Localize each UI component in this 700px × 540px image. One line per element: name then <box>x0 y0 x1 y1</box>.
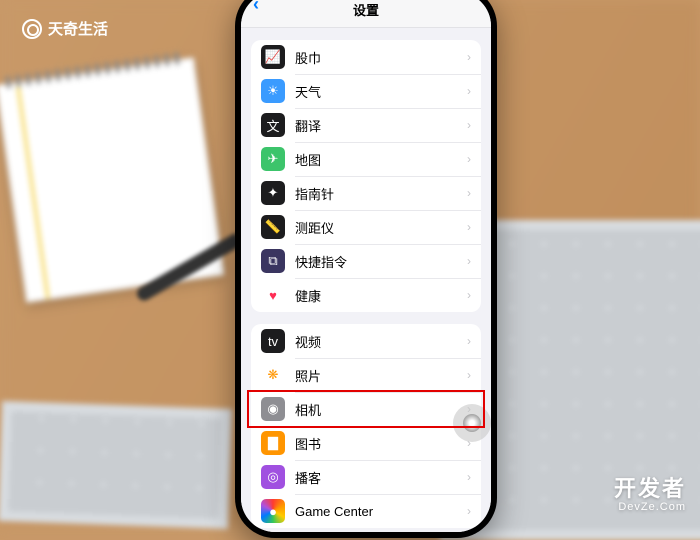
settings-row-maps-icon: ✈ <box>261 147 285 171</box>
settings-row-tv-icon: tv <box>261 329 285 353</box>
chevron-right-icon: › <box>467 470 471 484</box>
settings-group: 📈股巾›☀天气›文翻译›✈地图›✦指南针›📏测距仪›⧉快捷指令›♥健康› <box>251 40 481 312</box>
settings-row-tv[interactable]: tv 视频› <box>251 324 481 358</box>
keyboard-prop-left <box>0 401 232 529</box>
iphone-frame: ‹ 设置 📈股巾›☀天气›文翻译›✈地图›✦指南针›📏测距仪›⧉快捷指令›♥健康… <box>235 0 497 538</box>
row-label: 图书 <box>295 434 467 453</box>
row-label: 视频 <box>295 332 467 351</box>
settings-nav-bar: ‹ 设置 <box>241 0 491 28</box>
row-label: 快捷指令 <box>295 252 467 271</box>
settings-row-compass[interactable]: ✦ 指南针› <box>251 176 481 210</box>
settings-row-measure[interactable]: 📏 测距仪› <box>251 210 481 244</box>
watermark-bottom-right: 开发者 DevZe.Com <box>614 477 686 513</box>
assistive-touch-button[interactable] <box>453 404 491 442</box>
chevron-right-icon: › <box>467 254 471 268</box>
settings-row-podcasts[interactable]: ◎ 播客› <box>251 460 481 494</box>
settings-row-stocks[interactable]: 📈 股巾› <box>251 40 481 74</box>
settings-row-health[interactable]: ♥ 健康› <box>251 278 481 312</box>
back-chevron-icon[interactable]: ‹ <box>253 0 259 15</box>
chevron-right-icon: › <box>467 288 471 302</box>
chevron-right-icon: › <box>467 220 471 234</box>
chevron-right-icon: › <box>467 334 471 348</box>
row-label: 测距仪 <box>295 218 467 237</box>
row-label: 播客 <box>295 468 467 487</box>
chevron-right-icon: › <box>467 504 471 518</box>
chevron-right-icon: › <box>467 368 471 382</box>
settings-row-camera[interactable]: ◉相机› <box>251 392 481 426</box>
row-label: 股巾 <box>295 48 467 67</box>
settings-row-compass-icon: ✦ <box>261 181 285 205</box>
row-label: 照片 <box>295 366 467 385</box>
settings-row-shortcuts-icon: ⧉ <box>261 249 285 273</box>
settings-row-translate[interactable]: 文翻译› <box>251 108 481 142</box>
settings-group: tv视频›❋照片›◉相机›▇图书›◎播客›●Game Center› <box>251 324 481 528</box>
row-label: 地图 <box>295 150 467 169</box>
tianqi-logo-icon <box>22 19 42 39</box>
row-label: Game Center <box>295 504 467 519</box>
row-label: 天气 <box>295 82 467 101</box>
iphone-screen: ‹ 设置 📈股巾›☀天气›文翻译›✈地图›✦指南针›📏测距仪›⧉快捷指令›♥健康… <box>241 0 491 532</box>
settings-row-gamecenter-icon: ● <box>261 499 285 523</box>
settings-list[interactable]: 📈股巾›☀天气›文翻译›✈地图›✦指南针›📏测距仪›⧉快捷指令›♥健康›tv视频… <box>241 28 491 532</box>
nav-title: 设置 <box>353 0 379 19</box>
settings-row-maps[interactable]: ✈ 地图› <box>251 142 481 176</box>
settings-row-books[interactable]: ▇图书› <box>251 426 481 460</box>
watermark-top-text: 天奇生活 <box>48 18 108 39</box>
settings-row-shortcuts[interactable]: ⧉ 快捷指令› <box>251 244 481 278</box>
watermark-bottom-main: 开发者 <box>614 477 686 501</box>
row-label: 健康 <box>295 286 467 305</box>
settings-row-stocks-icon: 📈 <box>261 45 285 69</box>
settings-row-camera-icon: ◉ <box>261 397 285 421</box>
settings-row-podcasts-icon: ◎ <box>261 465 285 489</box>
chevron-right-icon: › <box>467 118 471 132</box>
settings-row-books-icon: ▇ <box>261 431 285 455</box>
settings-row-weather-icon: ☀ <box>261 79 285 103</box>
settings-row-photos-icon: ❋ <box>261 363 285 387</box>
row-label: 翻译 <box>295 116 467 135</box>
chevron-right-icon: › <box>467 50 471 64</box>
settings-row-weather[interactable]: ☀ 天气› <box>251 74 481 108</box>
settings-row-photos[interactable]: ❋ 照片› <box>251 358 481 392</box>
chevron-right-icon: › <box>467 152 471 166</box>
settings-row-measure-icon: 📏 <box>261 215 285 239</box>
row-label: 指南针 <box>295 184 467 203</box>
settings-row-gamecenter[interactable]: ● Game Center› <box>251 494 481 528</box>
watermark-bottom-sub: DevZe.Com <box>618 501 686 513</box>
settings-row-health-icon: ♥ <box>261 283 285 307</box>
watermark-top-left: 天奇生活 <box>22 18 108 39</box>
chevron-right-icon: › <box>467 186 471 200</box>
row-label: 相机 <box>295 400 467 419</box>
chevron-right-icon: › <box>467 84 471 98</box>
settings-row-translate-icon: 文 <box>261 113 285 137</box>
